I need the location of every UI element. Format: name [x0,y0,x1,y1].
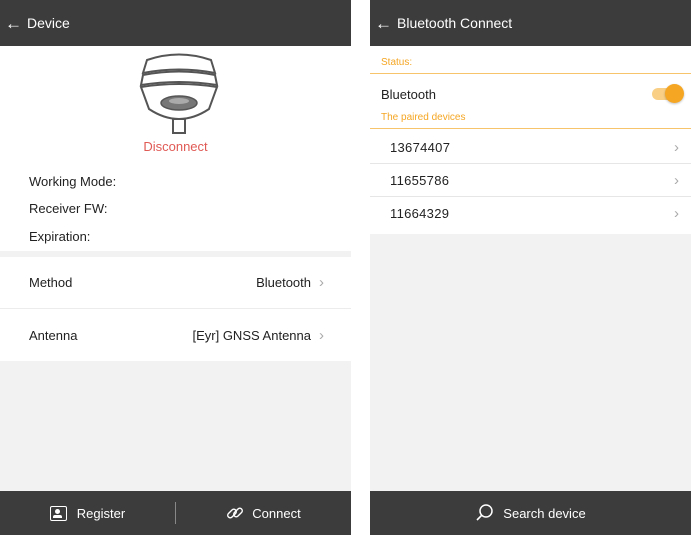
register-label: Register [76,505,126,521]
status-label: Status: [381,57,413,68]
register-button[interactable]: Register [0,505,175,521]
back-arrow-icon[interactable]: ← [0,15,27,32]
receiver-fw-label: Receiver FW: [29,201,108,216]
paired-device-item[interactable]: 11655786 › [370,164,691,197]
paired-separator [370,128,691,129]
bluetooth-connect-screen: ← Bluetooth Connect Status: Bluetooth Th… [370,0,691,535]
device-title-bar: ← Device [0,0,351,46]
page-title: Device [27,15,70,31]
register-icon [49,505,67,521]
device-name: 11655786 [390,172,450,188]
search-device-button[interactable]: Search device [370,491,691,535]
bluetooth-title-bar: ← Bluetooth Connect [370,0,691,46]
paired-device-item[interactable]: 13674407 › [370,131,691,164]
working-mode-label: Working Mode: [29,174,117,189]
method-label: Method [29,275,73,290]
connect-button[interactable]: Connect [176,504,351,522]
chevron-right-icon: › [319,274,324,291]
paired-device-item[interactable]: 11664329 › [370,197,691,229]
antenna-value: [Eyr] GNSS Antenna [192,327,311,343]
settings-list: Method Bluetooth › Antenna [Eyr] GNSS An… [0,257,351,361]
device-bottom-bar: Register Connect [0,491,351,535]
bluetooth-content: Status: Bluetooth The paired devices 136… [370,46,691,234]
search-device-label: Search device [503,505,586,521]
chevron-right-icon: › [319,326,324,344]
chevron-right-icon: › [674,138,679,156]
device-screen: ← Device Disconnect Working Mode: Receiv… [0,0,351,535]
status-separator [370,73,691,74]
link-icon [227,507,244,519]
paired-devices-label: The paired devices [381,112,466,123]
search-icon [476,504,494,521]
bluetooth-toggle[interactable] [652,84,684,103]
chevron-right-icon: › [674,171,679,189]
method-row[interactable]: Method Bluetooth › [0,257,351,309]
receiver-info-section: Disconnect Working Mode: Receiver FW: Ex… [0,46,351,251]
method-value: Bluetooth [256,275,311,290]
bluetooth-label: Bluetooth [381,87,436,102]
page-title: Bluetooth Connect [397,15,513,31]
expiration-label: Expiration: [29,229,91,244]
connect-label: Connect [252,505,301,521]
toggle-knob [665,84,684,103]
chevron-right-icon: › [674,204,679,222]
device-name: 13674407 [390,139,451,155]
antenna-label: Antenna [29,327,78,343]
device-name: 11664329 [390,205,450,221]
antenna-row[interactable]: Antenna [Eyr] GNSS Antenna › [0,309,351,361]
back-arrow-icon[interactable]: ← [370,15,397,32]
gnss-receiver-icon [139,53,219,134]
connection-status: Disconnect [143,139,208,154]
